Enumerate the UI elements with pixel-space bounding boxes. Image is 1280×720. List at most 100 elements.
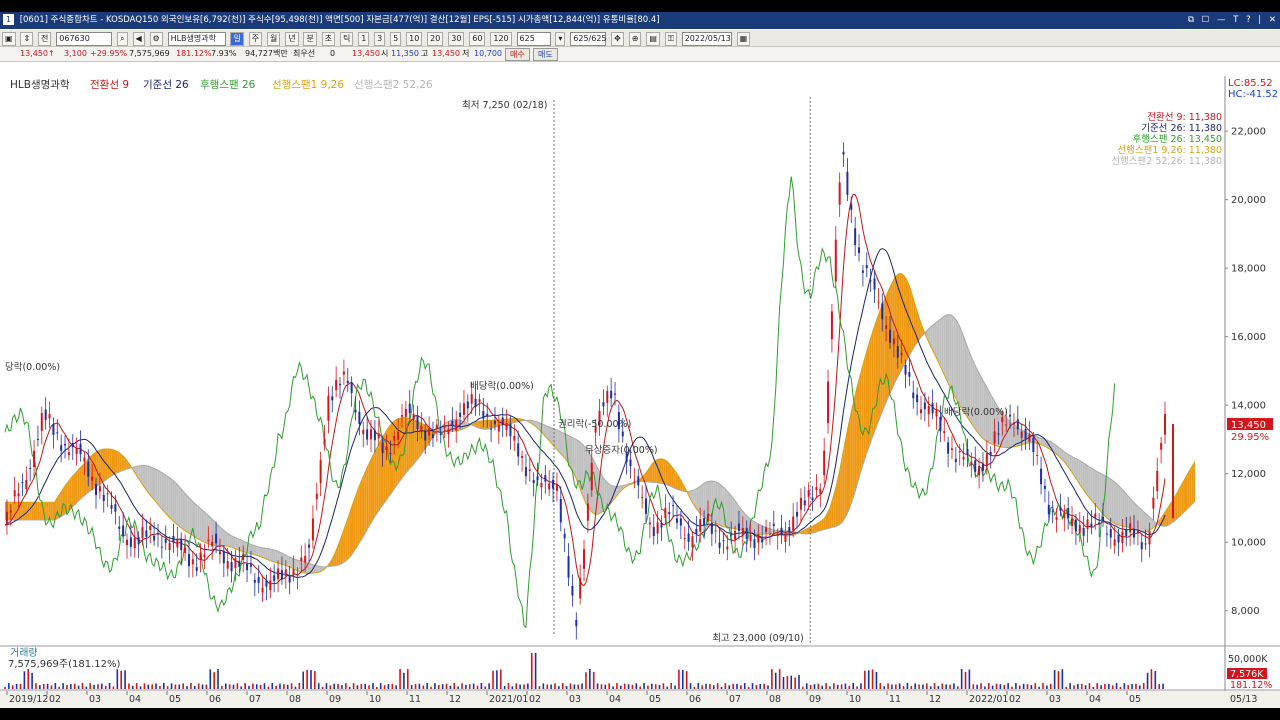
candle-body [962,456,965,460]
cloud-segment [873,324,876,435]
candle-body [586,503,589,521]
candle-body [122,525,125,536]
volume-bar [356,685,359,689]
event-label: 당락(0.00%) [5,361,60,373]
close-icon[interactable]: ✕ [1269,15,1276,25]
interval-1-button[interactable]: 1 [358,32,370,46]
volume-bar [383,685,386,689]
interval-120-button[interactable]: 120 [490,32,512,46]
help-icon[interactable]: ? [1246,15,1251,25]
candle-body [943,431,946,434]
count-input[interactable]: 625 [516,32,551,46]
volume-bar [50,685,53,689]
arrows-icon[interactable]: ⇕ [20,32,34,46]
window-title: [0601] 주식종합차트 - KOSDAQ150 외국인보유[6,792(천)… [19,15,660,25]
volume-bar [42,683,45,689]
zoom-icon[interactable]: ⊕ [628,32,642,46]
cloud-segment [751,519,754,534]
stock-code-input[interactable]: 067630 [56,32,113,46]
restore-icon[interactable]: ⧉ [1188,15,1194,25]
day-period-button[interactable]: 일 [230,32,244,46]
volume-bar [403,672,405,689]
lock-icon[interactable]: ⚿ [664,32,677,46]
volume-bar [991,685,994,689]
maximize-icon[interactable]: ☐ [1202,15,1210,25]
candle-body [974,460,977,472]
settings-icon[interactable]: ⚙ [149,32,163,46]
volume-bar [132,685,134,689]
interval-5-button[interactable]: 5 [390,32,402,46]
save-icon[interactable]: ▤ [646,32,660,46]
volume-bar [612,686,614,689]
minimize-icon[interactable]: — [1217,15,1226,25]
volume-bar [193,686,196,689]
ichimoku-chart[interactable]: 최고 23,000 (09/10) 최저 7,250 (02/18) 당락(0.00… [0,62,1280,708]
candle-body [1032,437,1035,453]
prev-icon[interactable]: ◀ [132,32,145,46]
candle-body [331,396,334,401]
volume-bar [864,670,866,689]
period-tick-button[interactable]: 틱 [339,32,354,46]
period-second-button[interactable]: 초 [321,32,336,46]
candle-body [447,429,450,435]
buy-button[interactable]: 매수 [505,48,530,61]
volume-bar [93,684,95,689]
volume-bar [39,685,41,689]
menu-icon[interactable]: ▣ [2,32,16,46]
calendar-icon[interactable]: ▦ [736,32,751,46]
cloud-segment [957,321,959,404]
volume-bar [848,685,851,689]
period-year-button[interactable]: 년 [285,32,299,46]
volume-bar [228,684,231,689]
cloud-segment [151,467,154,500]
cloud-segment [143,465,146,490]
cloud-segment [233,536,236,549]
cloud-segment [157,470,160,506]
chart-toolbar: ▣ ⇕ 전 067630 ⌕ ◀ ⚙ HLB생명과학 일 주 월 년 분 초 틱… [0,30,1280,47]
period-minute-button[interactable]: 분 [303,32,317,46]
sell-button[interactable]: 매도 [533,48,558,61]
cloud-segment [1090,467,1093,502]
code-prefix-button[interactable]: 전 [38,32,52,46]
cloud-segment [863,355,866,463]
candle-body [1090,523,1093,528]
period-week-button[interactable]: 주 [248,32,263,46]
volume-bar [275,685,277,689]
period-month-button[interactable]: 월 [266,32,281,46]
cloud-segment [562,432,565,459]
volume-bar [1046,685,1048,689]
crosshair-icon[interactable]: ✥ [611,32,624,46]
interval-30-button[interactable]: 30 [448,32,465,46]
volume-bar [747,686,750,689]
candle-body [218,551,221,555]
font-icon[interactable]: T [1233,15,1238,25]
volume-bar [244,683,246,689]
cloud-segment [153,468,156,502]
cloud-segment [115,450,118,474]
cloud-segment [50,502,53,520]
volume-bar [209,669,212,689]
count-dropdown-icon[interactable]: ▾ [555,32,566,46]
cloud-segment [155,469,158,504]
interval-3-button[interactable]: 3 [374,32,386,46]
interval-20-button[interactable]: 20 [427,32,444,46]
candle-body [741,527,744,536]
volume-bar [201,684,204,689]
volume-bar [418,683,421,689]
cloud-segment [871,330,874,441]
candle-body [346,380,349,384]
date-input[interactable]: 2022/05/13 [681,32,732,46]
volume-bar [101,683,103,689]
interval-10-button[interactable]: 10 [406,32,423,46]
candle-body [397,431,400,440]
search-icon[interactable]: ⌕ [117,32,128,46]
volume-bar [836,684,839,689]
volume-bar [430,686,432,689]
cloud-segment [374,448,377,518]
interval-60-button[interactable]: 60 [469,32,486,46]
volume-bar [387,683,390,689]
volume-bar [58,686,61,689]
cloud-segment [939,318,942,370]
cloud-segment [267,548,270,561]
volume-bar [54,683,57,689]
